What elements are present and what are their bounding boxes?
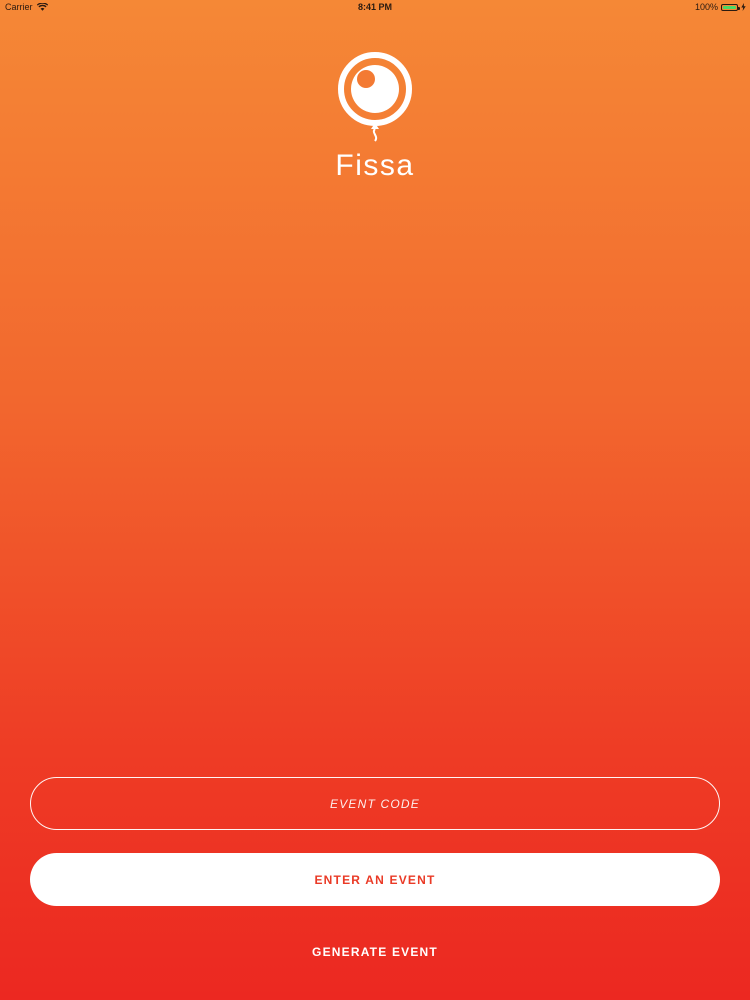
balloon-logo-icon	[338, 52, 412, 142]
app-name: Fissa	[335, 149, 415, 182]
enter-event-button[interactable]: ENTER AN EVENT	[30, 853, 720, 906]
status-time: 8:41 PM	[357, 2, 392, 12]
battery-fill	[723, 5, 736, 9]
event-code-input[interactable]	[30, 777, 720, 830]
status-right: 100%	[695, 2, 746, 12]
battery-percent: 100%	[694, 2, 718, 12]
battery-icon	[721, 3, 740, 11]
charging-bolt-icon	[741, 3, 746, 11]
generate-event-button[interactable]: GENERATE EVENT	[0, 940, 750, 964]
battery-tip	[738, 6, 740, 10]
status-bar: Carrier 8:41 PM 100%	[0, 0, 750, 14]
